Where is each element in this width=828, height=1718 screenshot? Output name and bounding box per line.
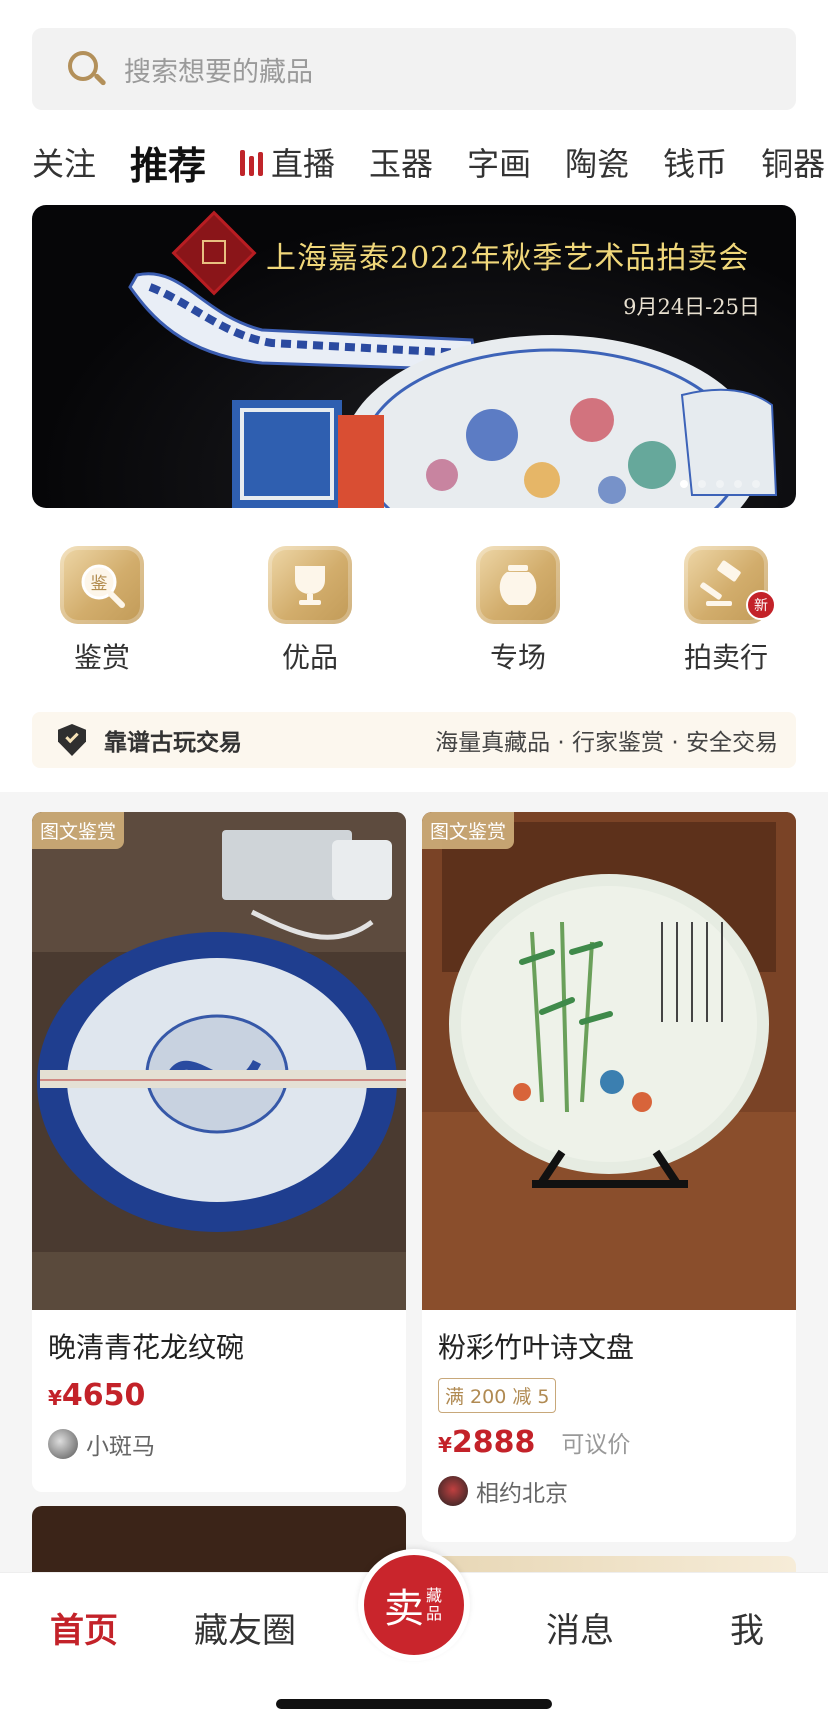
quick-premium[interactable]: 优品 — [240, 546, 380, 676]
seal-inner-mark — [202, 240, 226, 264]
quick-label: 鉴赏 — [73, 641, 130, 674]
tab-follow[interactable]: 关注 — [32, 139, 96, 185]
product-image: 图文鉴赏 — [32, 812, 406, 1310]
card-tag: 图文鉴赏 — [422, 812, 515, 849]
tab-label: 推荐 — [130, 143, 207, 188]
product-image: 图文鉴赏 — [422, 812, 796, 1310]
seller[interactable]: 小斑马 — [48, 1427, 390, 1461]
price-row: ¥ 2888 可议价 — [438, 1425, 780, 1460]
nav-me[interactable]: 我 — [730, 1603, 764, 1652]
banner-date: 9月24日-25日 — [623, 295, 760, 319]
tab-label: 关注 — [32, 145, 97, 183]
trust-headline: 靠谱古玩交易 — [104, 730, 242, 756]
tab-label: 玉器 — [369, 145, 434, 183]
search-icon — [66, 49, 107, 89]
tab-recommend[interactable]: 推荐 — [130, 136, 206, 188]
home-indicator — [276, 1699, 552, 1709]
tab-live[interactable]: 直播 — [240, 139, 335, 185]
search-bar[interactable]: 搜索想要的藏品 — [32, 28, 796, 110]
currency-symbol: ¥ — [48, 1386, 62, 1410]
quick-auction-house[interactable]: 新 拍卖行 — [656, 546, 796, 676]
carousel-dot[interactable] — [680, 480, 688, 488]
bottom-nav: 首页 藏友圈 卖 藏品 消息 我 — [0, 1549, 828, 1718]
seller[interactable]: 相约北京 — [438, 1474, 780, 1508]
tab-label: 直播 — [271, 145, 336, 183]
negotiable-label: 可议价 — [561, 1432, 631, 1458]
seller-name: 相约北京 — [476, 1481, 568, 1507]
avatar — [48, 1429, 78, 1459]
shield-check-icon — [58, 724, 86, 756]
nav-home[interactable]: 首页 — [50, 1603, 118, 1652]
nav-messages[interactable]: 消息 — [546, 1603, 614, 1652]
tab-coins[interactable]: 钱币 — [663, 139, 727, 185]
sell-button[interactable]: 卖 藏品 — [358, 1549, 470, 1661]
product-card[interactable]: 图文鉴赏 晚清青花龙纹碗 ¥ 4650 小斑马 — [32, 812, 406, 1492]
card-title: 粉彩竹叶诗文盘 — [438, 1331, 635, 1364]
jar-icon — [476, 546, 560, 624]
category-tabs: 关注 推荐 直播 玉器 字画 陶瓷 钱币 铜器 — [32, 136, 828, 188]
quick-appraise[interactable]: 鉴 鉴赏 — [32, 546, 172, 676]
auction-hammer-icon: 新 — [684, 546, 776, 624]
tab-ceramics[interactable]: 陶瓷 — [565, 139, 629, 185]
svg-text:鉴: 鉴 — [91, 574, 108, 594]
carousel-dot[interactable] — [752, 480, 760, 488]
carousel-dot[interactable] — [734, 480, 742, 488]
quick-entries: 鉴 鉴赏 优品 专场 新 拍卖行 — [32, 546, 796, 676]
trust-strip[interactable]: 靠谱古玩交易 海量真藏品 · 行家鉴赏 · 安全交易 — [32, 712, 796, 768]
banner-title: 上海嘉泰2022年秋季艺术品拍卖会 — [266, 241, 750, 276]
product-card[interactable]: 图文鉴赏 粉彩竹叶诗文盘 满 200 减 5 ¥ 2888 可议价 相约北京 — [422, 812, 796, 1542]
avatar — [438, 1476, 468, 1506]
price: 2888 — [451, 1425, 536, 1460]
price: 4650 — [61, 1378, 146, 1413]
tab-bronze[interactable]: 铜器 — [761, 139, 825, 185]
quick-label: 专场 — [489, 641, 546, 674]
appraise-magnifier-icon: 鉴 — [60, 546, 144, 624]
live-bars-icon — [240, 148, 264, 176]
carousel-dot[interactable] — [698, 480, 706, 488]
tab-label: 铜器 — [761, 145, 826, 183]
tab-jade[interactable]: 玉器 — [369, 139, 433, 185]
nav-friends[interactable]: 藏友圈 — [194, 1603, 296, 1652]
seller-name: 小斑马 — [86, 1434, 155, 1460]
tab-painting[interactable]: 字画 — [467, 139, 531, 185]
card-tag: 图文鉴赏 — [32, 812, 125, 849]
auction-banner[interactable]: 上海嘉泰2022年秋季艺术品拍卖会 9月24日-25日 — [32, 205, 796, 508]
trophy-cup-icon — [268, 546, 352, 624]
sell-label: 卖 — [384, 1586, 424, 1632]
currency-symbol: ¥ — [438, 1433, 452, 1457]
card-title: 晚清青花龙纹碗 — [48, 1331, 245, 1364]
coupon-badge: 满 200 减 5 — [438, 1378, 557, 1413]
search-placeholder: 搜索想要的藏品 — [124, 56, 313, 88]
new-badge: 新 — [746, 590, 776, 620]
tab-label: 陶瓷 — [565, 145, 630, 183]
quick-label: 拍卖行 — [683, 641, 768, 674]
tab-label: 字画 — [467, 145, 532, 183]
trust-features: 海量真藏品 · 行家鉴赏 · 安全交易 — [435, 730, 778, 756]
quick-special[interactable]: 专场 — [448, 546, 588, 676]
sell-sub-label: 藏品 — [426, 1586, 443, 1623]
carousel-dots — [680, 480, 760, 488]
quick-label: 优品 — [281, 641, 338, 674]
price-row: ¥ 4650 — [48, 1378, 390, 1413]
carousel-dot[interactable] — [716, 480, 724, 488]
tab-label: 钱币 — [663, 145, 728, 183]
